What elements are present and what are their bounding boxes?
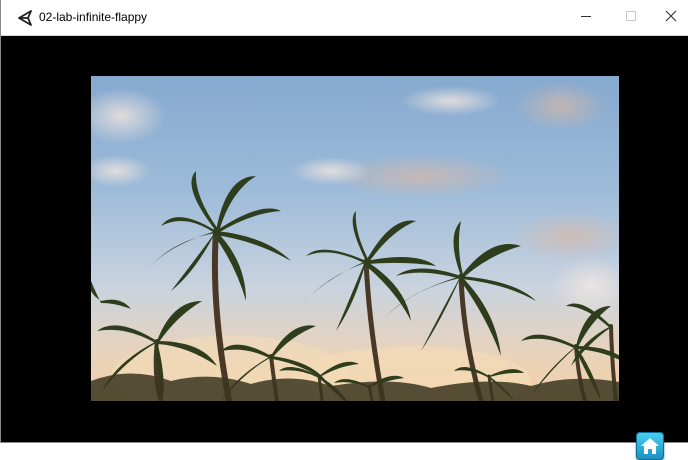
minimize-icon	[580, 9, 592, 27]
maximize-icon	[625, 9, 637, 27]
palm-trees-scene	[91, 76, 619, 401]
title-bar[interactable]: 02-lab-infinite-flappy	[1, 0, 688, 36]
game-viewport[interactable]	[2, 36, 688, 460]
home-button[interactable]	[636, 432, 664, 460]
unity-icon	[17, 9, 35, 27]
close-button[interactable]	[653, 0, 688, 36]
app-window: 02-lab-infinite-flappy	[0, 0, 688, 460]
window-title: 02-lab-infinite-flappy	[39, 10, 148, 24]
maximize-button[interactable]	[608, 0, 654, 36]
close-icon	[665, 9, 677, 27]
minimize-button[interactable]	[563, 0, 609, 36]
